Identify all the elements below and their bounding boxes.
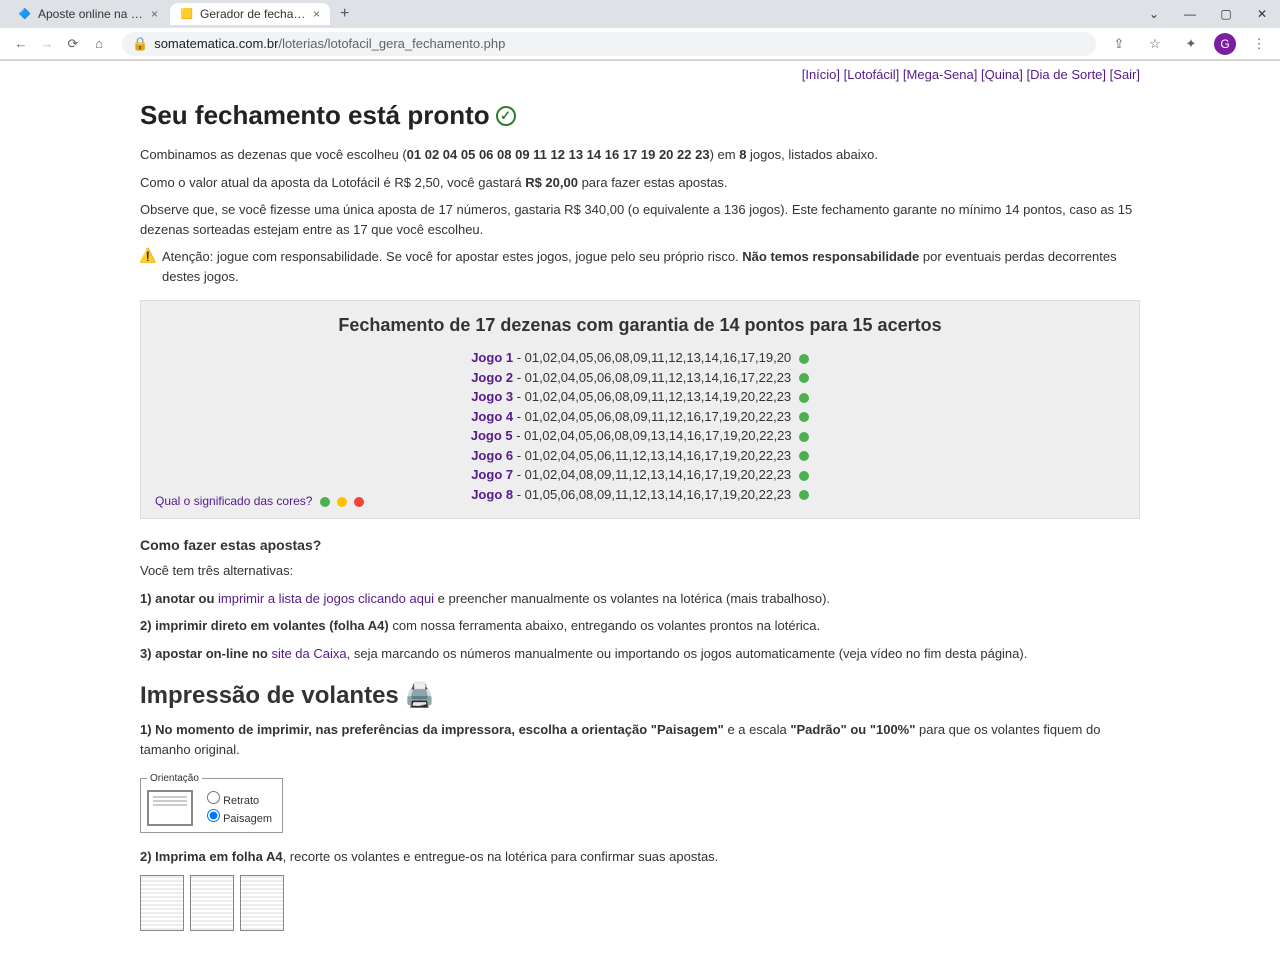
- howto-title: Como fazer estas apostas?: [140, 537, 1140, 553]
- volante-thumb: [240, 875, 284, 931]
- volante-thumb: [140, 875, 184, 931]
- extensions-icon[interactable]: ✦: [1178, 31, 1204, 57]
- tab-title: Aposte online na Lotofácil: [38, 7, 145, 21]
- green-dot-icon: [799, 490, 809, 500]
- orientation-fieldset: Orientação Retrato Paisagem: [140, 773, 283, 833]
- new-tab-button[interactable]: +: [332, 5, 357, 23]
- home-button[interactable]: ⌂: [86, 31, 112, 57]
- url-path: /loterias/lotofacil_gera_fechamento.php: [278, 36, 505, 51]
- url-bar[interactable]: 🔒 somatematica.com.br/loterias/lotofacil…: [122, 32, 1096, 56]
- link-sair[interactable]: [Sair]: [1110, 67, 1140, 82]
- lock-icon: 🔒: [132, 36, 148, 52]
- close-icon[interactable]: ×: [151, 7, 158, 21]
- green-dot-icon: [799, 471, 809, 481]
- intro-price: Como o valor atual da aposta da Lotofáci…: [140, 173, 1140, 193]
- share-icon[interactable]: ⇪: [1106, 31, 1132, 57]
- check-circle-icon: ✓: [496, 106, 516, 126]
- link-inicio[interactable]: [Início]: [802, 67, 840, 82]
- howto-opt1: 1) anotar ou imprimir a lista de jogos c…: [140, 589, 1140, 609]
- print-step1: 1) No momento de imprimir, nas preferênc…: [140, 720, 1140, 759]
- colors-legend-link[interactable]: Qual o significado das cores?: [155, 494, 312, 508]
- red-dot-icon: [354, 497, 364, 507]
- green-dot-icon: [320, 497, 330, 507]
- tab-1[interactable]: 🔷 Aposte online na Lotofácil ×: [8, 3, 168, 25]
- star-icon[interactable]: ☆: [1142, 31, 1168, 57]
- chevron-down-icon[interactable]: ⌄: [1136, 0, 1172, 28]
- games-box-title: Fechamento de 17 dezenas com garantia de…: [155, 315, 1125, 336]
- print-section-title: Impressão de volantes 🖨️: [140, 681, 1140, 710]
- toolbar: ← → ⟳ ⌂ 🔒 somatematica.com.br/loterias/l…: [0, 28, 1280, 60]
- volante-thumb: [190, 875, 234, 931]
- game-label: Jogo 4: [471, 409, 513, 424]
- url-host: somatematica.com.br: [154, 36, 278, 51]
- printer-icon: 🖨️: [405, 681, 435, 710]
- maximize-button[interactable]: ▢: [1208, 0, 1244, 28]
- back-button[interactable]: ←: [8, 31, 34, 57]
- game-line: Jogo 1 - 01,02,04,05,06,08,09,11,12,13,1…: [155, 348, 1125, 368]
- colors-legend: Qual o significado das cores?: [155, 494, 364, 508]
- caixa-link[interactable]: site da Caixa: [271, 646, 346, 661]
- intro-observe: Observe que, se você fizesse uma única a…: [140, 200, 1140, 239]
- link-diadesorte[interactable]: [Dia de Sorte]: [1027, 67, 1107, 82]
- intro-combine: Combinamos as dezenas que você escolheu …: [140, 145, 1140, 165]
- game-line: Jogo 5 - 01,02,04,05,06,08,09,13,14,16,1…: [155, 426, 1125, 446]
- radio-paisagem[interactable]: Paisagem: [207, 809, 272, 825]
- howto-opt2: 2) imprimir direto em volantes (folha A4…: [140, 616, 1140, 636]
- game-line: Jogo 6 - 01,02,04,05,06,11,12,13,14,16,1…: [155, 446, 1125, 466]
- games-box: Fechamento de 17 dezenas com garantia de…: [140, 300, 1140, 519]
- green-dot-icon: [799, 373, 809, 383]
- game-label: Jogo 6: [471, 448, 513, 463]
- game-line: Jogo 7 - 01,02,04,08,09,11,12,13,14,16,1…: [155, 465, 1125, 485]
- warning-line: ⚠️ Atenção: jogue com responsabilidade. …: [140, 247, 1140, 286]
- green-dot-icon: [799, 354, 809, 364]
- green-dot-icon: [799, 412, 809, 422]
- menu-icon[interactable]: ⋮: [1246, 31, 1272, 57]
- page-title: Seu fechamento está pronto ✓: [140, 100, 1140, 131]
- game-label: Jogo 3: [471, 389, 513, 404]
- green-dot-icon: [799, 451, 809, 461]
- top-nav-links: [Início] [Lotofácil] [Mega-Sena] [Quina]…: [140, 67, 1140, 82]
- avatar[interactable]: G: [1214, 33, 1236, 55]
- radio-retrato[interactable]: Retrato: [207, 791, 272, 807]
- link-quina[interactable]: [Quina]: [981, 67, 1023, 82]
- volantes-preview: [140, 875, 1140, 931]
- game-line: Jogo 4 - 01,02,04,05,06,08,09,11,12,16,1…: [155, 407, 1125, 427]
- howto-opt3: 3) apostar on-line no site da Caixa, sej…: [140, 644, 1140, 664]
- favicon-icon: 🔷: [18, 7, 32, 21]
- close-icon[interactable]: ×: [313, 7, 320, 21]
- green-dot-icon: [799, 432, 809, 442]
- yellow-dot-icon: [337, 497, 347, 507]
- forward-button[interactable]: →: [34, 31, 60, 57]
- tab-2[interactable]: 🟨 Gerador de fechamentos - Sistem ×: [170, 3, 330, 25]
- game-label: Jogo 5: [471, 428, 513, 443]
- minimize-button[interactable]: —: [1172, 0, 1208, 28]
- close-window-button[interactable]: ✕: [1244, 0, 1280, 28]
- orientation-legend: Orientação: [147, 773, 202, 784]
- doc-thumb-icon: [147, 790, 193, 826]
- toolbar-right: ⇪ ☆ ✦ G ⋮: [1106, 31, 1272, 57]
- favicon-icon: 🟨: [180, 7, 194, 21]
- reload-button[interactable]: ⟳: [60, 31, 86, 57]
- game-label: Jogo 1: [471, 350, 513, 365]
- game-line: Jogo 2 - 01,02,04,05,06,08,09,11,12,13,1…: [155, 368, 1125, 388]
- green-dot-icon: [799, 393, 809, 403]
- print-list-link[interactable]: imprimir a lista de jogos clicando aqui: [218, 591, 434, 606]
- tab-bar: 🔷 Aposte online na Lotofácil × 🟨 Gerador…: [0, 0, 1280, 28]
- game-label: Jogo 2: [471, 370, 513, 385]
- game-line: Jogo 3 - 01,02,04,05,06,08,09,11,12,13,1…: [155, 387, 1125, 407]
- link-lotofacil[interactable]: [Lotofácil]: [844, 67, 900, 82]
- page-content: [Início] [Lotofácil] [Mega-Sena] [Quina]…: [130, 61, 1150, 971]
- warning-icon: ⚠️: [140, 247, 156, 263]
- link-megasena[interactable]: [Mega-Sena]: [903, 67, 977, 82]
- game-label: Jogo 8: [471, 487, 513, 502]
- tab-title: Gerador de fechamentos - Sistem: [200, 7, 307, 21]
- print-step2: 2) Imprima em folha A4, recorte os volan…: [140, 847, 1140, 867]
- window-controls: ⌄ — ▢ ✕: [1136, 0, 1280, 28]
- howto-intro: Você tem três alternativas:: [140, 561, 1140, 581]
- browser-chrome: 🔷 Aposte online na Lotofácil × 🟨 Gerador…: [0, 0, 1280, 61]
- game-label: Jogo 7: [471, 467, 513, 482]
